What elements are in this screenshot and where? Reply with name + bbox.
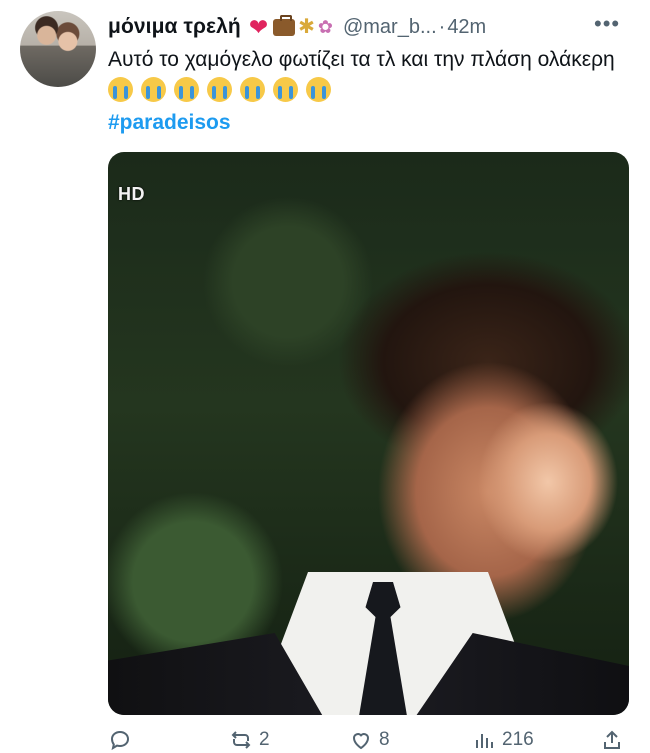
user-handle[interactable]: @mar_b...	[343, 16, 437, 39]
avatar[interactable]	[20, 11, 96, 87]
sob-emoji-icon	[207, 77, 232, 102]
sob-emoji-icon	[174, 77, 199, 102]
reply-icon	[110, 730, 130, 751]
tweet-text: Αυτό το χαμόγελο φωτίζει τα τλ και την π…	[108, 44, 628, 106]
sob-emoji-icon	[141, 77, 166, 102]
sob-emoji-icon	[108, 77, 133, 102]
tweet-text-content: Αυτό το χαμόγελο φωτίζει τα τλ και την π…	[108, 48, 615, 71]
sob-emoji-icon	[240, 77, 265, 102]
action-bar: 2 8 216	[108, 728, 628, 753]
display-name[interactable]: μόνιμα τρελή	[108, 15, 241, 39]
hd-badge: HD	[118, 184, 145, 204]
candy-icon: ✿	[317, 17, 333, 37]
retweet-count: 2	[259, 729, 270, 750]
name-emojis: ❤ ✱ ✿	[248, 13, 333, 40]
retweet-button[interactable]: 2	[229, 728, 270, 752]
heart-icon: ❤	[248, 13, 269, 40]
reply-button[interactable]	[108, 728, 138, 752]
like-count: 8	[379, 729, 390, 750]
hashtag-link[interactable]: #paradeisos	[108, 109, 231, 137]
share-button[interactable]	[600, 728, 624, 752]
share-icon	[604, 730, 620, 749]
tweet-header: μόνιμα τρελή ❤ ✱ ✿ @mar_b... · 42m	[108, 14, 486, 40]
sob-emoji-icon	[273, 77, 298, 102]
briefcase-icon	[273, 14, 296, 36]
views-count: 216	[502, 729, 534, 750]
views-icon	[476, 734, 493, 748]
like-button[interactable]: 8	[349, 728, 390, 752]
sob-emoji-group	[108, 77, 339, 102]
sob-emoji-icon	[306, 77, 331, 102]
tweet-image[interactable]: HD	[108, 152, 629, 715]
retweet-icon	[231, 731, 251, 749]
timestamp[interactable]: 42m	[447, 16, 486, 39]
separator: ·	[438, 15, 446, 38]
more-options-icon[interactable]: •••	[594, 13, 620, 35]
views-button[interactable]: 216	[472, 728, 534, 752]
like-icon	[352, 733, 370, 750]
wheat-icon: ✱	[298, 16, 315, 38]
